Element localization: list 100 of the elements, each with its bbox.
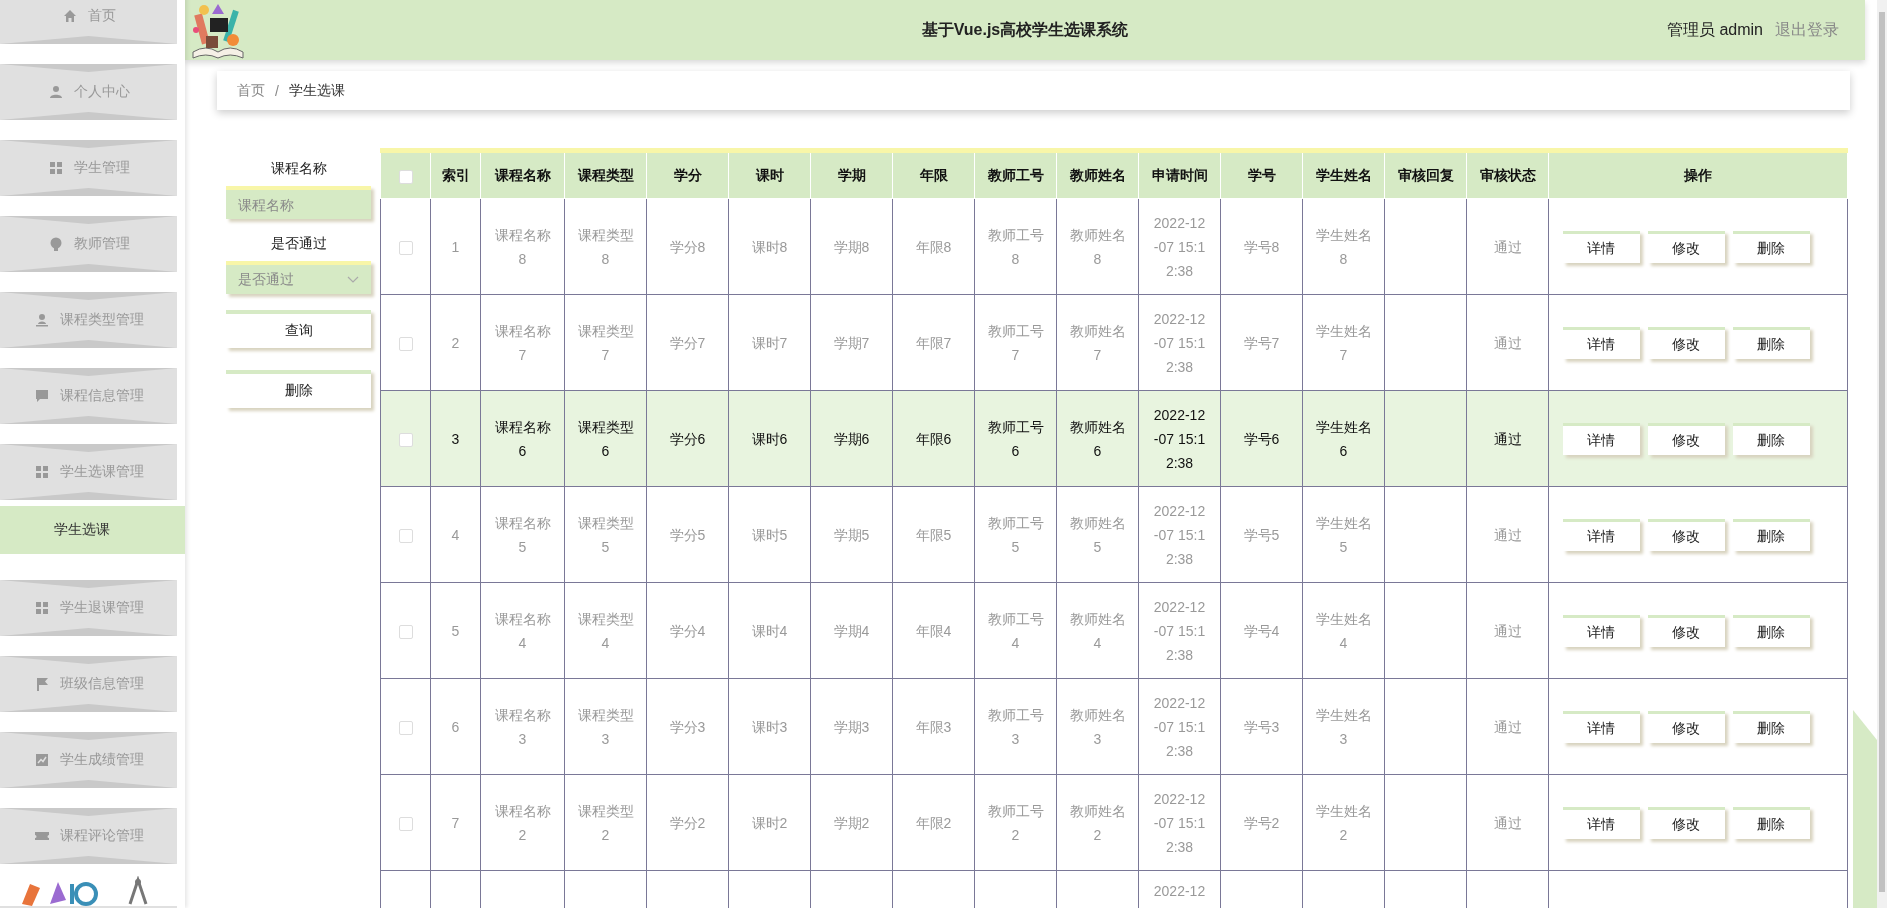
table-row[interactable]: 1 课程名称8 课程类型8 学分8 课时8 学期8 年限8 教师工号8 教师姓名8 2022-12-07 15:12:38 学号8 学生姓名8 通过 详情 修改 删除 — [380, 198, 1848, 295]
table-cell: 年限4 — [892, 582, 975, 679]
edit-button[interactable]: 修改 — [1647, 614, 1725, 647]
details-button[interactable]: 详情 — [1562, 422, 1640, 455]
table-cell: 学期7 — [810, 294, 893, 391]
breadcrumb-separator: / — [275, 82, 279, 99]
table-cell: 课程类型2 — [564, 774, 647, 871]
table-cell: 课程名称6 — [480, 390, 565, 487]
details-button[interactable]: 详情 — [1562, 614, 1640, 647]
delete-button[interactable]: 删除 — [1732, 326, 1810, 359]
table-cell: 年限7 — [892, 294, 975, 391]
details-button[interactable]: 详情 — [1562, 326, 1640, 359]
table-cell: 课时7 — [728, 294, 811, 391]
table-cell: 3 — [430, 390, 481, 487]
table-cell: 学期5 — [810, 486, 893, 583]
table-cell: 通过 — [1466, 486, 1549, 583]
table-cell: 学期3 — [810, 678, 893, 775]
table-row[interactable]: 3 课程名称6 课程类型6 学分6 课时6 学期6 年限6 教师工号6 教师姓名6 2022-12-07 15:12:38 学号6 学生姓名6 通过 详情 修改 删除 — [380, 390, 1848, 487]
table-row[interactable]: 7 课程名称2 课程类型2 学分2 课时2 学期2 年限2 教师工号2 教师姓名2 2022-12-07 15:12:38 学号2 学生姓名2 通过 详情 修改 删除 — [380, 774, 1848, 871]
table-row[interactable]: 4 课程名称5 课程类型5 学分5 课时5 学期5 年限5 教师工号5 教师姓名5 2022-12-07 15:12:38 学号5 学生姓名5 通过 详情 修改 删除 — [380, 486, 1848, 583]
table-cell: 学号3 — [1220, 678, 1303, 775]
table-cell: 课时4 — [728, 582, 811, 679]
table-cell: 教师姓名8 — [1056, 198, 1139, 295]
edit-button[interactable]: 修改 — [1647, 326, 1725, 359]
table-cell: 学期6 — [810, 390, 893, 487]
column-header: 课时 — [728, 150, 811, 199]
table-row[interactable]: 2 课程名称7 课程类型7 学分7 课时7 学期7 年限7 教师工号7 教师姓名7 2022-12-07 15:12:38 学号7 学生姓名7 通过 详情 修改 删除 — [380, 294, 1848, 391]
table-row[interactable]: 6 课程名称3 课程类型3 学分3 课时3 学期3 年限3 教师工号3 教师姓名3 2022-12-07 15:12:38 学号3 学生姓名3 通过 详情 修改 删除 — [380, 678, 1848, 775]
edit-button[interactable]: 修改 — [1647, 422, 1725, 455]
details-button[interactable]: 详情 — [1562, 518, 1640, 551]
table-cell: 学号7 — [1220, 294, 1303, 391]
breadcrumb-link[interactable]: 首页 — [237, 81, 265, 100]
checkbox[interactable] — [398, 528, 413, 543]
breadcrumb-link[interactable]: 学生选课 — [288, 81, 345, 100]
column-header: 申请时间 — [1138, 150, 1221, 199]
table-cell: 年限6 — [892, 390, 975, 487]
checkbox[interactable] — [398, 169, 413, 184]
table-cell: 5 — [430, 582, 481, 679]
table-cell: 学分7 — [646, 294, 729, 391]
column-header: 操作 — [1548, 150, 1848, 199]
table-cell: 学分2 — [646, 774, 729, 871]
grid-icon — [47, 160, 64, 176]
checkbox[interactable] — [398, 336, 413, 351]
details-button[interactable]: 详情 — [1562, 710, 1640, 743]
table-cell: 7 — [430, 774, 481, 871]
table-cell: 学分6 — [646, 390, 729, 487]
table-cell: 课程类型7 — [564, 294, 647, 391]
checkbox[interactable] — [398, 816, 413, 831]
chat-icon — [33, 388, 50, 404]
table-cell: 学号8 — [1220, 198, 1303, 295]
column-header: 学期 — [810, 150, 893, 199]
table-cell: 教师工号6 — [974, 390, 1057, 487]
column-header: 课程类型 — [564, 150, 647, 199]
table-row[interactable]: 5 课程名称4 课程类型4 学分4 课时4 学期4 年限4 教师工号4 教师姓名4 2022-12-07 15:12:38 学号4 学生姓名4 通过 详情 修改 删除 — [380, 582, 1848, 679]
table-cell: 学生姓名5 — [1302, 486, 1385, 583]
table-cell: 课程类型6 — [564, 390, 647, 487]
column-header: 审核状态 — [1466, 150, 1549, 199]
checkbox[interactable] — [398, 240, 413, 255]
table-cell: 4 — [430, 486, 481, 583]
table-cell: 2022-12-07 15:12:38 — [1138, 390, 1221, 487]
table-cell: 2022-12-07 15:12:38 — [1138, 486, 1221, 583]
table-cell: 教师工号3 — [974, 678, 1057, 775]
edit-button[interactable]: 修改 — [1647, 230, 1725, 263]
edit-button[interactable]: 修改 — [1647, 518, 1725, 551]
scrollbar[interactable] — [1877, 0, 1887, 908]
delete-button[interactable]: 删除 — [1732, 614, 1810, 647]
person-icon — [47, 84, 64, 100]
table-cell: 2 — [430, 294, 481, 391]
table-cell: 课程名称5 — [480, 486, 565, 583]
table-cell: 2022-12-07 15:12:38 — [1138, 198, 1221, 295]
table-cell: 学号4 — [1220, 582, 1303, 679]
delete-button[interactable]: 删除 — [226, 370, 371, 408]
delete-button[interactable]: 删除 — [1732, 518, 1810, 551]
delete-button[interactable]: 删除 — [1732, 422, 1810, 455]
column-header: 学分 — [646, 150, 729, 199]
table-cell: 学号2 — [1220, 774, 1303, 871]
table-cell: 2022-12-07 15:12:38 — [1138, 294, 1221, 391]
delete-button[interactable]: 删除 — [1732, 230, 1810, 263]
checkbox[interactable] — [398, 624, 413, 639]
details-button[interactable]: 详情 — [1562, 230, 1640, 263]
checkbox[interactable] — [398, 720, 413, 735]
table-cell: 课程名称2 — [480, 774, 565, 871]
delete-button[interactable]: 删除 — [1732, 710, 1810, 743]
field-label: 是否通过 — [269, 235, 328, 253]
column-header: 学号 — [1220, 150, 1303, 199]
edit-button[interactable]: 修改 — [1647, 710, 1725, 743]
column-header: 索引 — [430, 150, 481, 199]
details-button[interactable]: 详情 — [1562, 806, 1640, 839]
table-cell: 教师姓名4 — [1056, 582, 1139, 679]
table-cell: 学号5 — [1220, 486, 1303, 583]
edit-button[interactable]: 修改 — [1647, 806, 1725, 839]
input-field[interactable]: 课程名称 — [226, 186, 371, 219]
search-button[interactable]: 查询 — [226, 310, 371, 348]
column-header: 课程名称 — [480, 150, 565, 199]
delete-button[interactable]: 删除 — [1732, 806, 1810, 839]
table-cell: 通过 — [1466, 294, 1549, 391]
sidebar-subitem[interactable]: 学生选课 — [0, 506, 185, 554]
checkbox[interactable] — [398, 432, 413, 447]
table-cell: 通过 — [1466, 582, 1549, 679]
table-cell: 学分4 — [646, 582, 729, 679]
